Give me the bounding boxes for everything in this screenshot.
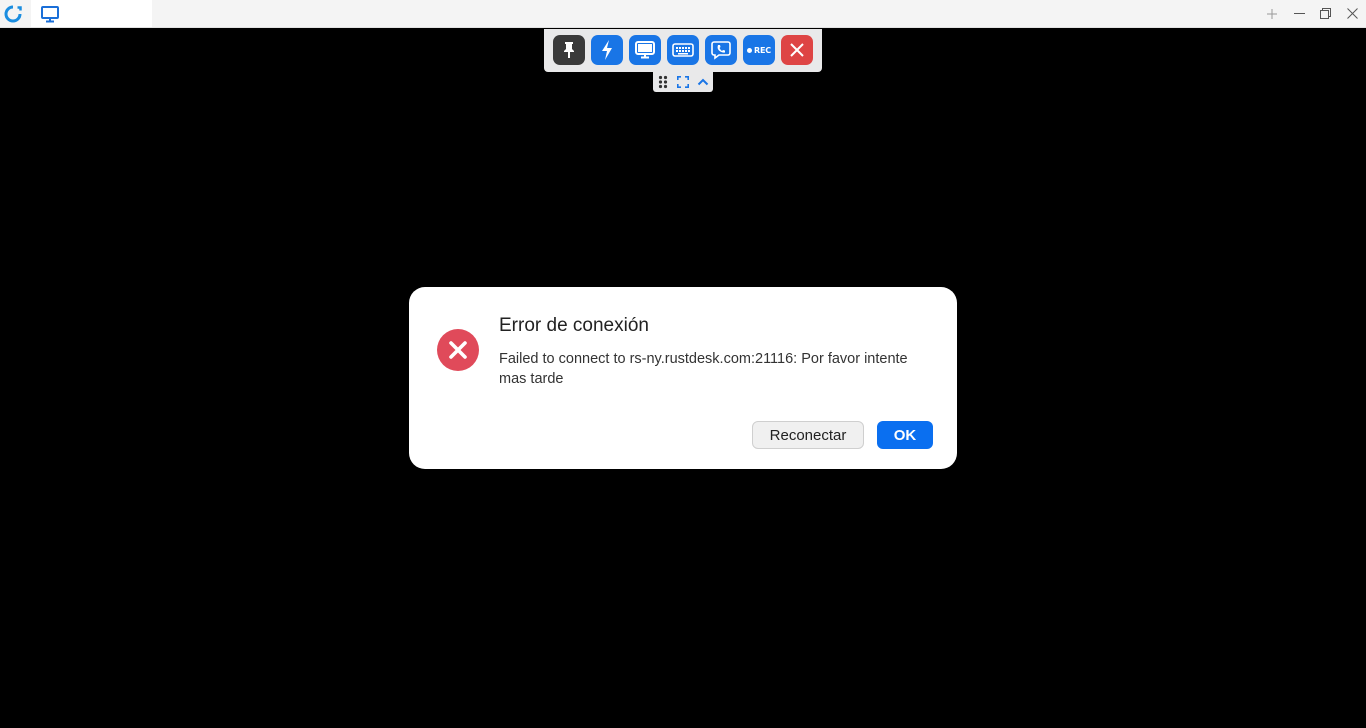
dialog-title: Error de conexión <box>499 315 649 336</box>
drag-handle-icon <box>658 75 668 89</box>
close-window-button[interactable] <box>1339 0 1365 27</box>
restore-icon <box>1319 8 1331 19</box>
record-button[interactable]: REC <box>743 35 775 65</box>
minimize-icon <box>1293 13 1305 14</box>
restore-button[interactable] <box>1312 0 1338 27</box>
display-button[interactable] <box>629 35 661 65</box>
chat-icon <box>711 41 731 60</box>
close-icon <box>1346 8 1358 19</box>
collapse-chevron-icon <box>697 78 709 86</box>
reconnect-button[interactable]: Reconectar <box>752 421 864 449</box>
record-icon <box>747 47 753 53</box>
connection-error-dialog: Error de conexión Failed to connect to r… <box>409 287 957 469</box>
minimize-button[interactable] <box>1286 0 1312 27</box>
add-tab-button[interactable] <box>1259 0 1285 27</box>
pin-icon <box>564 42 574 58</box>
fullscreen-button[interactable] <box>675 74 691 90</box>
record-label: REC <box>754 45 771 55</box>
error-circle-icon <box>437 329 479 371</box>
keyboard-icon <box>672 43 694 57</box>
drag-handle[interactable] <box>655 74 671 90</box>
add-tab-icon <box>1267 8 1277 19</box>
pin-toolbar-button[interactable] <box>553 35 585 65</box>
lightning-icon <box>602 40 612 60</box>
toolbar-subbar <box>653 72 713 92</box>
actions-button[interactable] <box>591 35 623 65</box>
close-session-button[interactable] <box>781 35 813 65</box>
session-toolbar: REC <box>544 29 822 72</box>
session-tab[interactable] <box>31 0 152 27</box>
rustdesk-logo-icon[interactable] <box>4 5 22 23</box>
keyboard-button[interactable] <box>667 35 699 65</box>
dialog-message: Failed to connect to rs-ny.rustdesk.com:… <box>499 351 908 387</box>
title-bar <box>0 0 1366 28</box>
ok-button[interactable]: OK <box>877 421 933 449</box>
display-icon <box>635 41 655 59</box>
chat-button[interactable] <box>705 35 737 65</box>
close-session-icon <box>790 43 804 57</box>
collapse-toolbar-button[interactable] <box>695 74 711 90</box>
monitor-icon <box>41 6 59 23</box>
fullscreen-icon <box>677 76 689 88</box>
